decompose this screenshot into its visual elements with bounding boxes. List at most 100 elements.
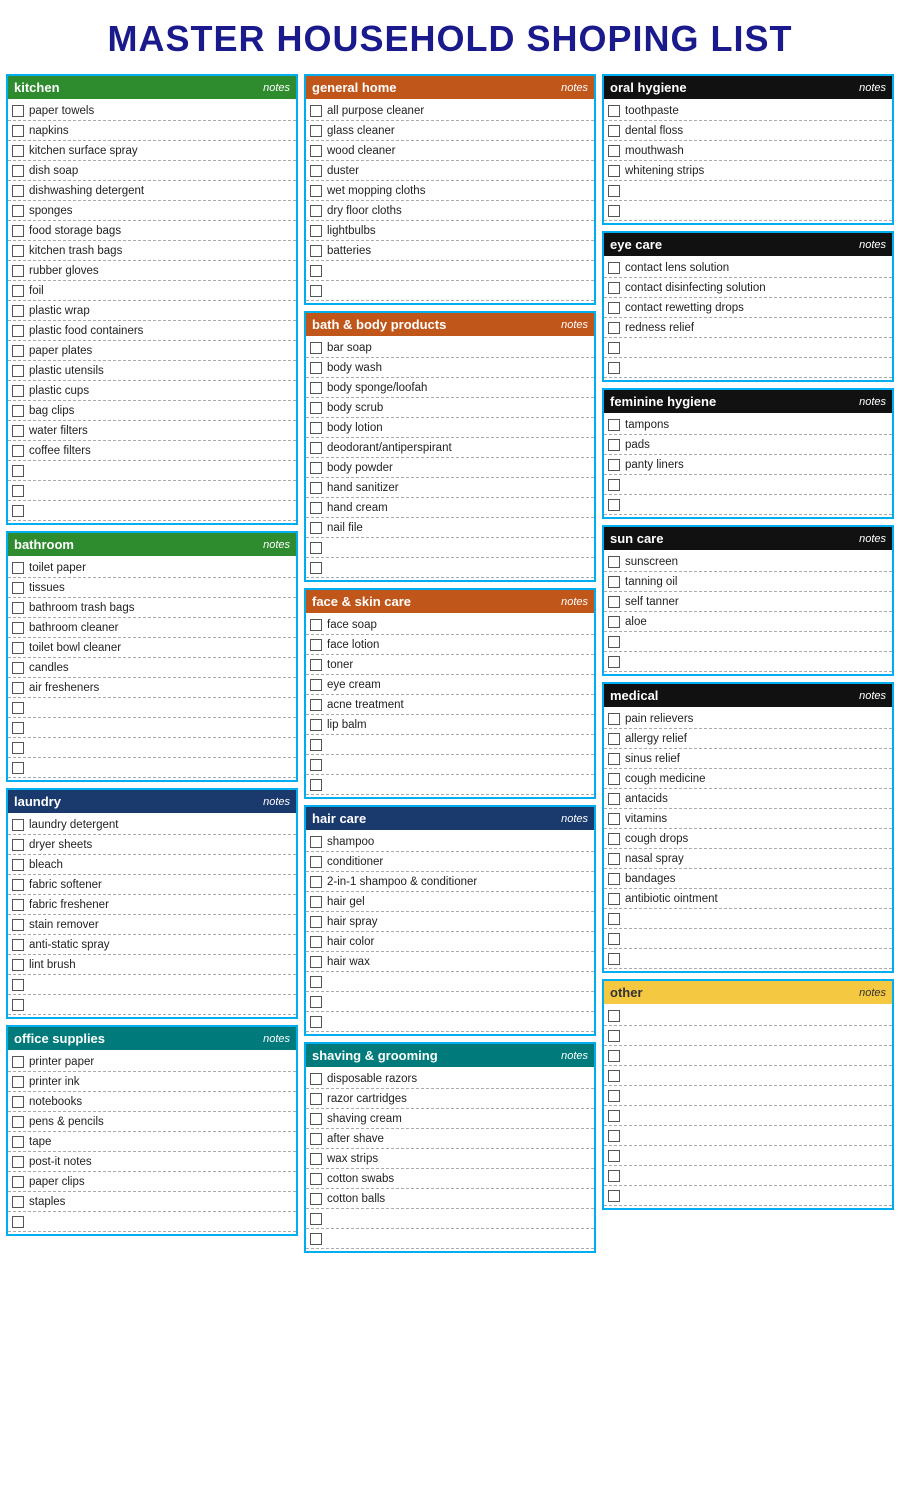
list-item[interactable]: stain remover (8, 915, 296, 935)
checkbox[interactable] (608, 125, 620, 137)
list-item[interactable]: air fresheners (8, 678, 296, 698)
list-item[interactable]: whitening strips (604, 161, 892, 181)
checkbox[interactable] (12, 1116, 24, 1128)
checkbox[interactable] (608, 165, 620, 177)
list-item[interactable]: pens & pencils (8, 1112, 296, 1132)
list-item[interactable]: shaving cream (306, 1109, 594, 1129)
checkbox[interactable] (310, 145, 322, 157)
list-item[interactable]: panty liners (604, 455, 892, 475)
checkbox[interactable] (310, 876, 322, 888)
checkbox[interactable] (608, 656, 620, 668)
list-item[interactable]: hand sanitizer (306, 478, 594, 498)
list-item[interactable]: bandages (604, 869, 892, 889)
checkbox[interactable] (12, 405, 24, 417)
list-item[interactable]: dryer sheets (8, 835, 296, 855)
checkbox[interactable] (12, 582, 24, 594)
list-item[interactable]: dish soap (8, 161, 296, 181)
list-item[interactable]: bathroom trash bags (8, 598, 296, 618)
checkbox[interactable] (608, 853, 620, 865)
checkbox[interactable] (12, 879, 24, 891)
list-item[interactable]: toner (306, 655, 594, 675)
checkbox[interactable] (310, 836, 322, 848)
checkbox[interactable] (12, 425, 24, 437)
checkbox[interactable] (310, 1153, 322, 1165)
checkbox[interactable] (310, 362, 322, 374)
checkbox[interactable] (12, 602, 24, 614)
checkbox[interactable] (310, 1233, 322, 1245)
list-item[interactable]: anti-static spray (8, 935, 296, 955)
checkbox[interactable] (12, 1176, 24, 1188)
checkbox[interactable] (12, 1056, 24, 1068)
checkbox[interactable] (12, 939, 24, 951)
checkbox[interactable] (608, 205, 620, 217)
checkbox[interactable] (310, 679, 322, 691)
list-item[interactable]: bar soap (306, 338, 594, 358)
checkbox[interactable] (310, 1113, 322, 1125)
list-item[interactable]: shampoo (306, 832, 594, 852)
checkbox[interactable] (12, 819, 24, 831)
list-item[interactable]: eye cream (306, 675, 594, 695)
checkbox[interactable] (12, 762, 24, 774)
checkbox[interactable] (310, 1073, 322, 1085)
list-item[interactable]: face lotion (306, 635, 594, 655)
list-item[interactable]: dishwashing detergent (8, 181, 296, 201)
checkbox[interactable] (12, 1216, 24, 1228)
list-item[interactable]: contact lens solution (604, 258, 892, 278)
checkbox[interactable] (12, 899, 24, 911)
checkbox[interactable] (310, 402, 322, 414)
checkbox[interactable] (310, 265, 322, 277)
list-item[interactable]: laundry detergent (8, 815, 296, 835)
checkbox[interactable] (310, 719, 322, 731)
list-item[interactable]: body lotion (306, 418, 594, 438)
list-item[interactable]: kitchen trash bags (8, 241, 296, 261)
list-item[interactable]: rubber gloves (8, 261, 296, 281)
checkbox[interactable] (608, 302, 620, 314)
checkbox[interactable] (12, 365, 24, 377)
checkbox[interactable] (310, 165, 322, 177)
list-item[interactable]: all purpose cleaner (306, 101, 594, 121)
checkbox[interactable] (310, 502, 322, 514)
checkbox[interactable] (12, 622, 24, 634)
list-item[interactable]: printer ink (8, 1072, 296, 1092)
list-item[interactable]: hair gel (306, 892, 594, 912)
checkbox[interactable] (608, 893, 620, 905)
checkbox[interactable] (608, 773, 620, 785)
checkbox[interactable] (310, 896, 322, 908)
list-item[interactable]: vitamins (604, 809, 892, 829)
list-item[interactable]: dry floor cloths (306, 201, 594, 221)
checkbox[interactable] (12, 265, 24, 277)
checkbox[interactable] (12, 839, 24, 851)
checkbox[interactable] (608, 282, 620, 294)
list-item[interactable]: fabric softener (8, 875, 296, 895)
list-item[interactable]: after shave (306, 1129, 594, 1149)
checkbox[interactable] (12, 205, 24, 217)
list-item[interactable]: glass cleaner (306, 121, 594, 141)
checkbox[interactable] (310, 916, 322, 928)
checkbox[interactable] (310, 996, 322, 1008)
checkbox[interactable] (310, 659, 322, 671)
list-item[interactable]: self tanner (604, 592, 892, 612)
checkbox[interactable] (608, 419, 620, 431)
list-item[interactable]: body wash (306, 358, 594, 378)
checkbox[interactable] (12, 125, 24, 137)
list-item[interactable]: water filters (8, 421, 296, 441)
list-item[interactable]: tampons (604, 415, 892, 435)
checkbox[interactable] (12, 165, 24, 177)
checkbox[interactable] (12, 742, 24, 754)
checkbox[interactable] (12, 999, 24, 1011)
checkbox[interactable] (310, 856, 322, 868)
checkbox[interactable] (12, 345, 24, 357)
checkbox[interactable] (310, 759, 322, 771)
list-item[interactable]: bathroom cleaner (8, 618, 296, 638)
list-item[interactable]: body sponge/loofah (306, 378, 594, 398)
checkbox[interactable] (12, 305, 24, 317)
checkbox[interactable] (310, 442, 322, 454)
checkbox[interactable] (608, 1130, 620, 1142)
list-item[interactable]: kitchen surface spray (8, 141, 296, 161)
checkbox[interactable] (12, 325, 24, 337)
list-item[interactable]: cotton balls (306, 1189, 594, 1209)
checkbox[interactable] (12, 682, 24, 694)
checkbox[interactable] (12, 1096, 24, 1108)
checkbox[interactable] (310, 382, 322, 394)
list-item[interactable]: hair spray (306, 912, 594, 932)
